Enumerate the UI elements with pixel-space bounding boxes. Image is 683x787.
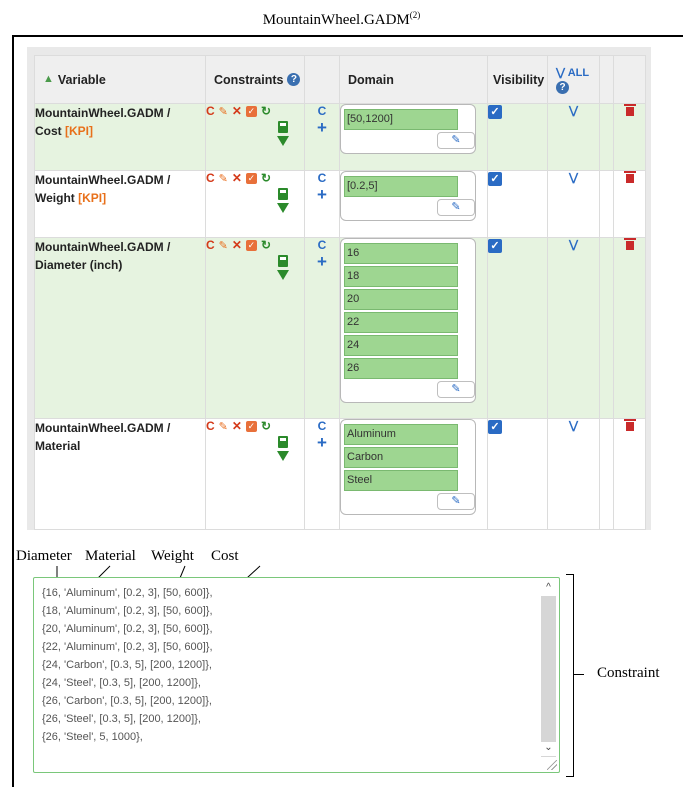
- constraint-line: {18, 'Aluminum', [0.2, 3], [50, 600]},: [42, 605, 213, 617]
- constraint-line: {20, 'Aluminum', [0.2, 3], [50, 600]},: [42, 623, 213, 635]
- constraint-lines: {16, 'Aluminum', [0.2, 3], [50, 600]}, {…: [42, 584, 213, 746]
- constraint-line: {26, 'Steel', 5, 1000},: [42, 731, 143, 743]
- scroll-down-icon[interactable]: ⌄: [541, 742, 556, 756]
- scroll-up-icon[interactable]: ^: [541, 582, 556, 596]
- resize-grip-icon[interactable]: [547, 760, 557, 770]
- constraint-line: {26, 'Steel', [0.3, 5], [200, 1200]},: [42, 713, 201, 725]
- constraint-line: {24, 'Carbon', [0.3, 5], [200, 1200]},: [42, 659, 212, 671]
- constraint-line: {22, 'Aluminum', [0.2, 3], [50, 600]},: [42, 641, 213, 653]
- scrollbar-track[interactable]: [541, 582, 556, 757]
- constraint-line: {26, 'Carbon', [0.3, 5], [200, 1200]},: [42, 695, 212, 707]
- constraint-bracket: [566, 574, 574, 777]
- constraint-annotation: Constraint: [597, 665, 660, 681]
- constraint-line: {16, 'Aluminum', [0.2, 3], [50, 600]},: [42, 587, 213, 599]
- constraint-textarea[interactable]: {16, 'Aluminum', [0.2, 3], [50, 600]}, {…: [33, 577, 560, 773]
- constraint-line: {24, 'Steel', [0.3, 5], [200, 1200]},: [42, 677, 201, 689]
- constraint-bracket-tick: [574, 674, 584, 675]
